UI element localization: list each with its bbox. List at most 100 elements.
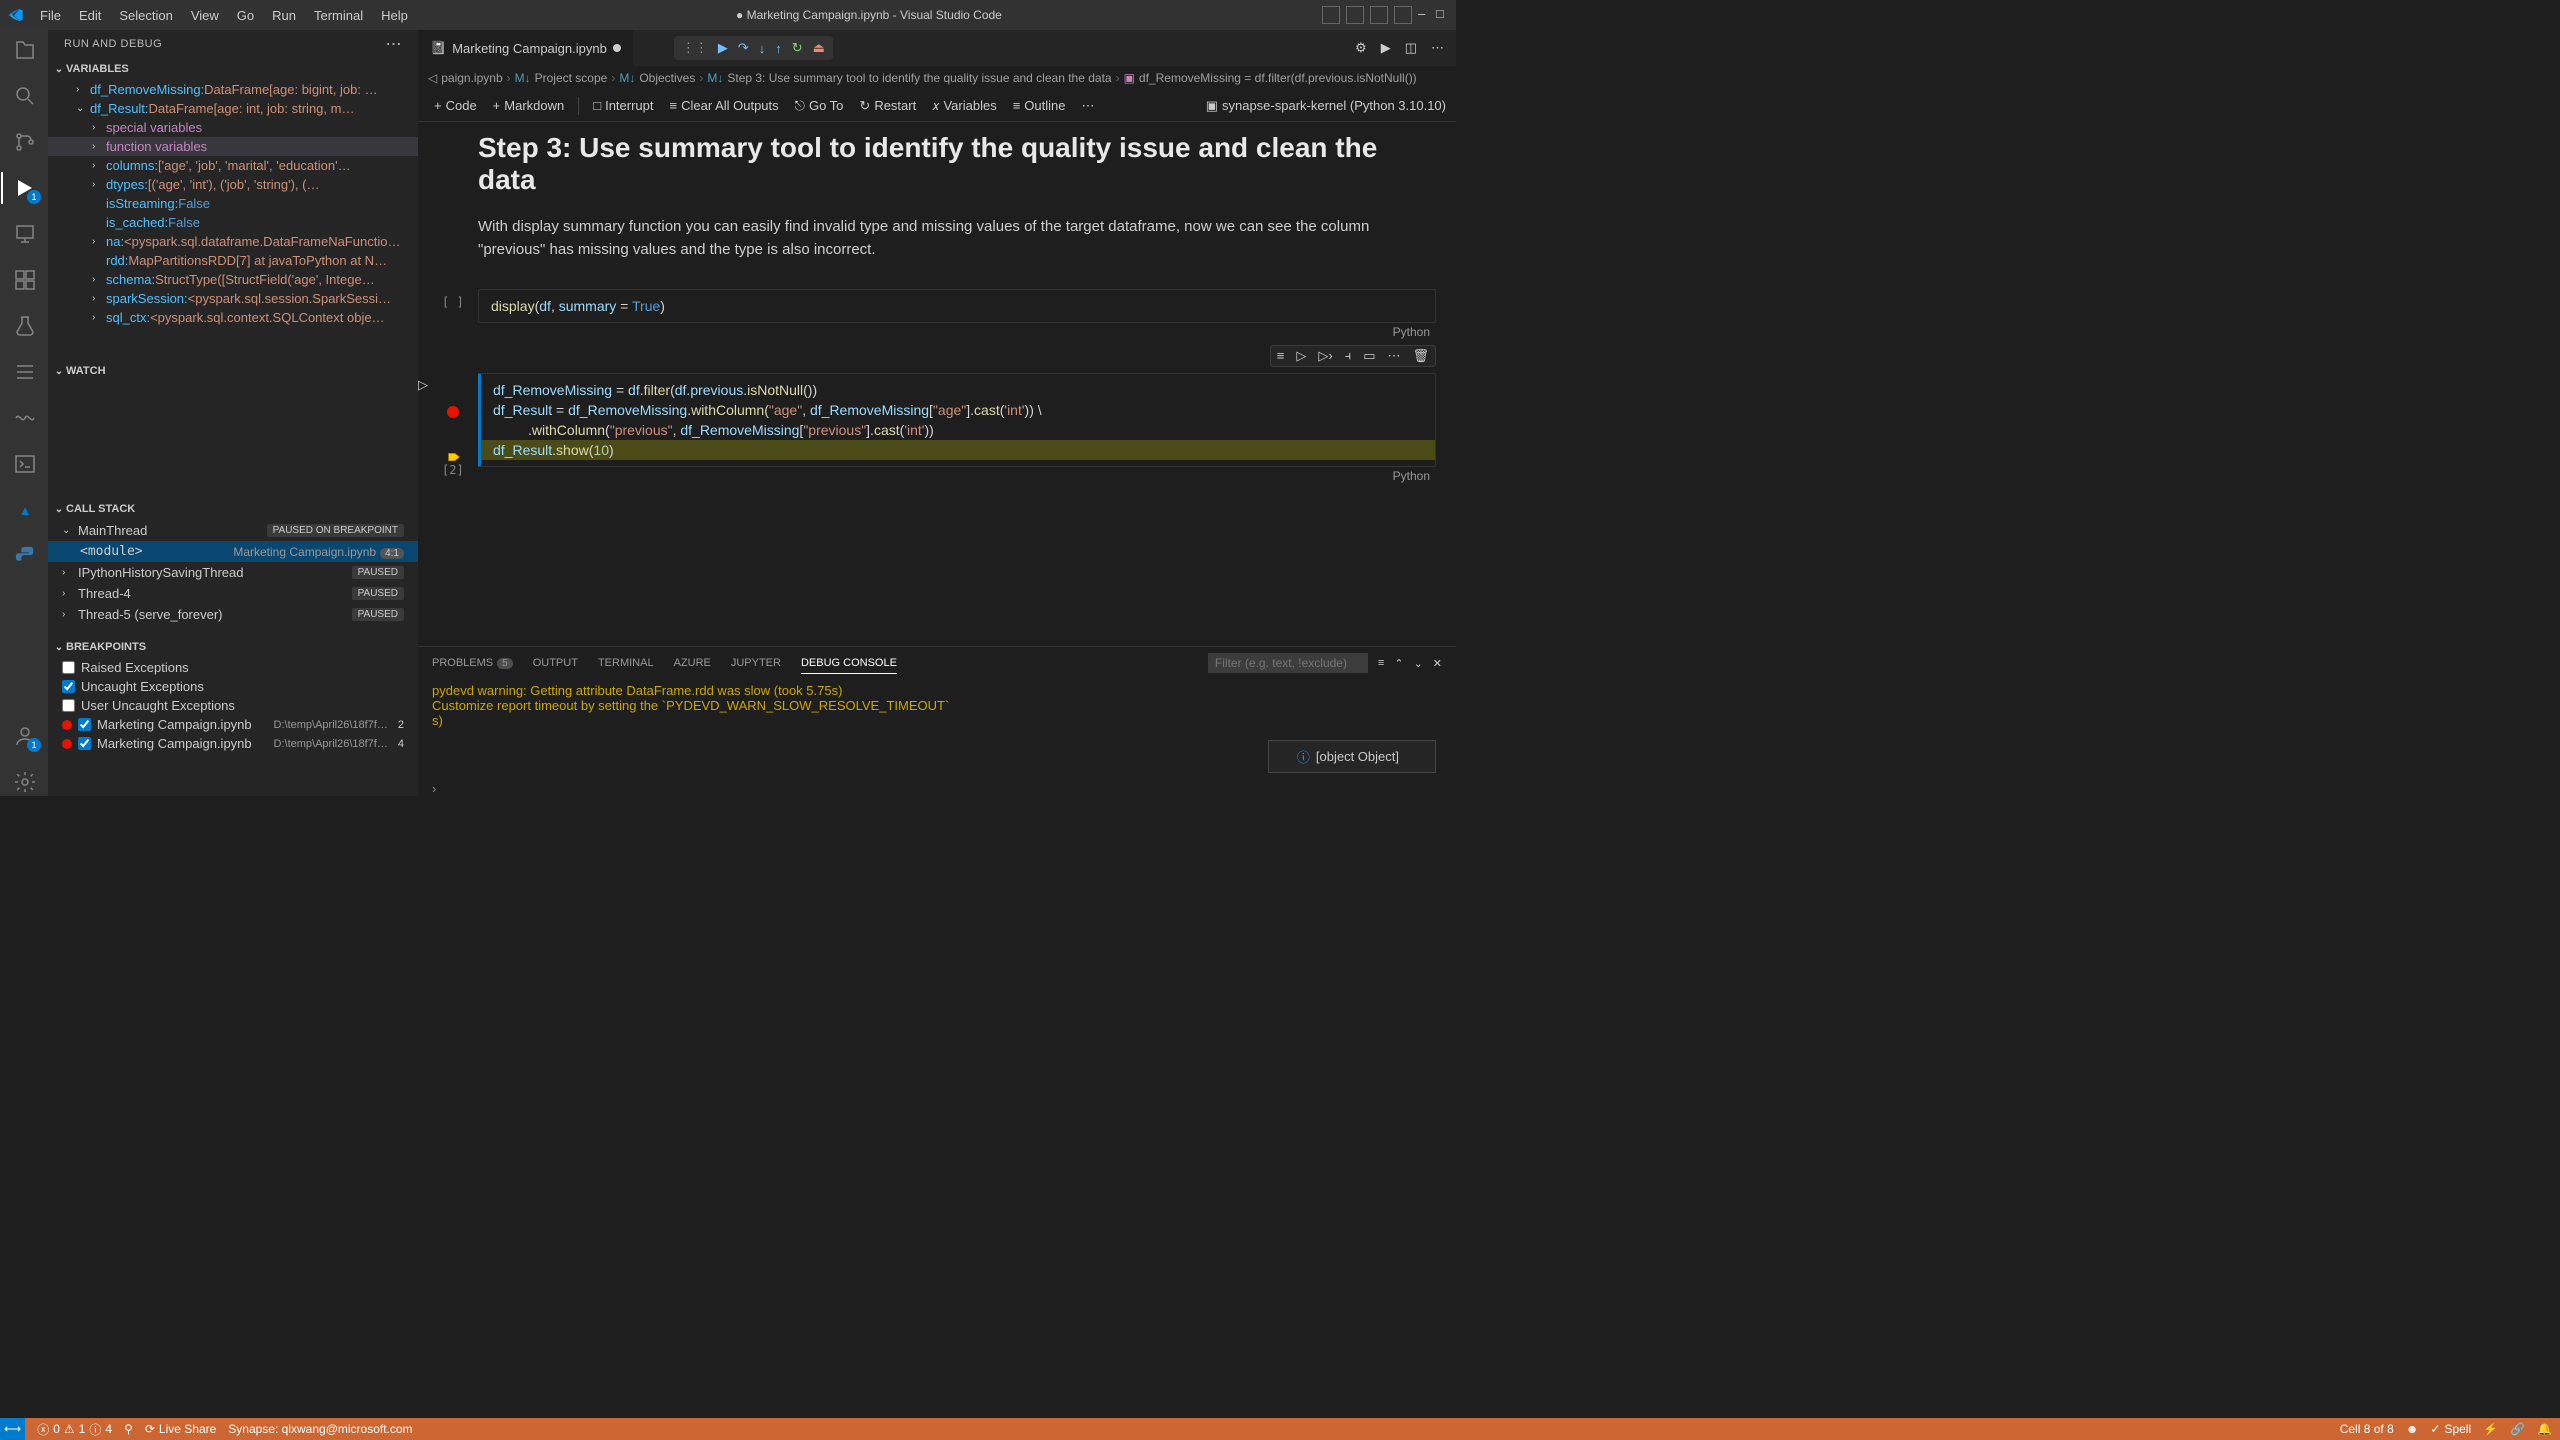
status-spell[interactable]: ✓ Spell — [2430, 1422, 2471, 1436]
close-panel-icon[interactable]: ✕ — [1433, 657, 1442, 670]
status-synapse[interactable]: Synapse: qixwang@microsoft.com — [228, 1422, 412, 1436]
step-into-icon[interactable]: ↓ — [759, 41, 766, 56]
watch-section-header[interactable]: ⌄WATCH — [48, 360, 418, 382]
remote-indicator[interactable]: ⟷ — [0, 1418, 25, 1440]
settings-icon[interactable] — [11, 768, 39, 796]
list-icon[interactable] — [11, 358, 39, 386]
kernel-picker[interactable]: ▣ synapse-spark-kernel (Python 3.10.10) — [1206, 98, 1446, 114]
settings-cog-icon[interactable]: ⚙ — [1355, 40, 1367, 56]
var-dtypes[interactable]: ›dtypes: [('age', 'int'), ('job', 'strin… — [48, 175, 418, 194]
var-function[interactable]: ›function variables — [48, 137, 418, 156]
menu-go[interactable]: Go — [229, 4, 262, 27]
bp-file-2[interactable]: Marketing Campaign.ipynbD:\temp\April26\… — [48, 734, 418, 753]
clear-outputs-button[interactable]: ≡ Clear All Outputs — [664, 96, 785, 115]
status-liveshare[interactable]: ⟳ Live Share — [145, 1422, 216, 1436]
status-port[interactable]: ⚲ — [124, 1422, 133, 1436]
remote-explorer-icon[interactable] — [11, 220, 39, 248]
var-df-result[interactable]: ⌄df_Result: DataFrame[age: int, job: str… — [48, 99, 418, 118]
continue-icon[interactable]: ▶ — [718, 40, 728, 56]
run-all-icon[interactable]: ▶ — [1381, 40, 1391, 56]
tab-terminal[interactable]: TERMINAL — [598, 653, 654, 673]
bc-step[interactable]: Step 3: Use summary tool to identify the… — [727, 71, 1111, 85]
toolbar-more-icon[interactable]: ⋯ — [1076, 96, 1101, 116]
toggle-panel-icon[interactable] — [1322, 6, 1340, 24]
bp-file-1[interactable]: Marketing Campaign.ipynbD:\temp\April26\… — [48, 715, 418, 734]
status-prettier-icon[interactable]: ⚡ — [2483, 1422, 2498, 1436]
split-editor-icon[interactable]: ◫ — [1405, 40, 1417, 56]
notifications-icon[interactable]: 🔔 — [2537, 1422, 2552, 1436]
maximize-icon[interactable]: □ — [1436, 6, 1448, 24]
thread-5[interactable]: ›Thread-5 (serve_forever)PAUSED — [48, 604, 418, 625]
menu-file[interactable]: File — [32, 4, 69, 27]
disconnect-icon[interactable]: ⏏ — [813, 40, 825, 56]
var-na[interactable]: ›na: <pyspark.sql.dataframe.DataFrameNaF… — [48, 232, 418, 251]
testing-icon[interactable] — [11, 312, 39, 340]
status-feedback-icon[interactable]: ☻ — [2406, 1422, 2419, 1436]
run-cell-icon[interactable]: ▷ — [418, 377, 428, 393]
menu-terminal[interactable]: Terminal — [306, 4, 371, 27]
variables-section-header[interactable]: ⌄VARIABLES — [48, 58, 418, 80]
code-cell-1[interactable]: display(df, summary = True) Python [ ] — [478, 289, 1436, 341]
status-problems[interactable]: ⓧ 0 ⚠ 1 ⓘ 4 — [37, 1421, 112, 1438]
status-cell[interactable]: Cell 8 of 8 — [2340, 1422, 2394, 1436]
debug-console-output[interactable]: pydevd warning: Getting attribute DataFr… — [418, 679, 1456, 781]
cell-language[interactable]: Python — [478, 467, 1436, 485]
var-rdd[interactable]: rdd: MapPartitionsRDD[7] at javaToPython… — [48, 251, 418, 270]
python-icon[interactable] — [11, 542, 39, 570]
bp-uncaught[interactable]: Uncaught Exceptions — [48, 677, 418, 696]
wave-icon[interactable] — [11, 404, 39, 432]
bc-scope[interactable]: Project scope — [535, 71, 608, 85]
toggle-sidebar-icon[interactable] — [1346, 6, 1364, 24]
var-iscached[interactable]: is_cached: False — [48, 213, 418, 232]
variables-button[interactable]: 𝑥 Variables — [926, 96, 1002, 116]
maximize-panel-icon[interactable]: ⌄ — [1414, 657, 1423, 670]
extensions-icon[interactable] — [11, 266, 39, 294]
menu-edit[interactable]: Edit — [71, 4, 109, 27]
restart-button[interactable]: ↻ Restart — [853, 96, 922, 116]
bc-file[interactable]: paign.ipynb — [441, 71, 502, 85]
markdown-cell[interactable]: Step 3: Use summary tool to identify the… — [478, 132, 1436, 261]
cell-more-icon[interactable]: ⋯ — [1387, 348, 1400, 364]
collapse-panel-icon[interactable]: ⌃ — [1394, 657, 1403, 670]
var-sqlctx[interactable]: ›sql_ctx: <pyspark.sql.context.SQLContex… — [48, 308, 418, 327]
filter-input[interactable] — [1208, 653, 1368, 673]
more-actions-icon[interactable]: ⋯ — [1431, 40, 1444, 56]
thread-4[interactable]: ›Thread-4PAUSED — [48, 583, 418, 604]
breadcrumb-back-icon[interactable]: ◁ — [428, 71, 437, 85]
var-schema[interactable]: ›schema: StructType([StructField('age', … — [48, 270, 418, 289]
filter-icon[interactable]: ≡ — [1378, 657, 1384, 669]
cell-language[interactable]: Python — [478, 323, 1436, 341]
menu-run[interactable]: Run — [264, 4, 304, 27]
bc-objectives[interactable]: Objectives — [639, 71, 695, 85]
console-icon[interactable] — [11, 450, 39, 478]
status-link-icon[interactable]: 🔗 — [2510, 1422, 2525, 1436]
execute-below-icon[interactable]: ▷› — [1318, 348, 1332, 364]
search-icon[interactable] — [11, 82, 39, 110]
menu-help[interactable]: Help — [373, 4, 416, 27]
run-debug-icon[interactable]: 1 — [11, 174, 39, 202]
breakpoints-section-header[interactable]: ⌄BREAKPOINTS — [48, 636, 418, 658]
azure-icon[interactable]: ▲ — [11, 496, 39, 524]
bp-user-uncaught[interactable]: User Uncaught Exceptions — [48, 696, 418, 715]
run-by-line-icon[interactable]: ≡ — [1277, 348, 1285, 364]
callstack-section-header[interactable]: ⌄CALL STACK — [48, 498, 418, 520]
accounts-icon[interactable]: 1 — [11, 722, 39, 750]
step-over-icon[interactable]: ↷ — [738, 40, 749, 56]
menu-view[interactable]: View — [183, 4, 227, 27]
interrupt-button[interactable]: □ Interrupt — [587, 96, 659, 115]
add-code-button[interactable]: + Code — [428, 96, 483, 115]
tab-problems[interactable]: PROBLEMS5 — [432, 653, 513, 673]
var-columns[interactable]: ›columns: ['age', 'job', 'marital', 'edu… — [48, 156, 418, 175]
notebook-body[interactable]: Step 3: Use summary tool to identify the… — [418, 122, 1456, 646]
code-cell-2[interactable]: ≡ ▷ ▷› ⫞ ▭ ⋯ 🗑 ▷ df_RemoveMis — [478, 373, 1436, 485]
var-isstreaming[interactable]: isStreaming: False — [48, 194, 418, 213]
debug-console-input[interactable]: › — [418, 781, 1456, 796]
tab-azure[interactable]: AZURE — [674, 653, 711, 673]
bc-code[interactable]: df_RemoveMissing = df.filter(df.previous… — [1139, 71, 1417, 85]
tab-debug-console[interactable]: DEBUG CONSOLE — [801, 653, 897, 674]
breakpoint-icon[interactable] — [447, 406, 459, 418]
restart-debug-icon[interactable]: ↻ — [792, 40, 803, 56]
tab-jupyter[interactable]: JUPYTER — [731, 653, 781, 673]
breakpoint-gutter[interactable] — [447, 380, 461, 466]
var-df-removemissing[interactable]: ›df_RemoveMissing: DataFrame[age: bigint… — [48, 80, 418, 99]
